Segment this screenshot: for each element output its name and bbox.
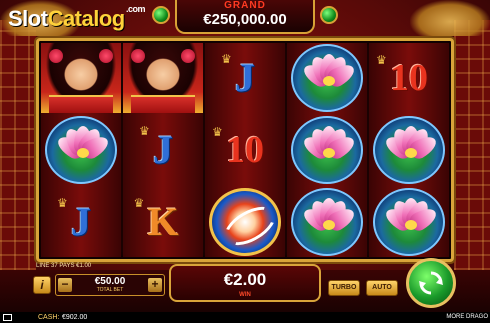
cash-label: CASH: — [38, 314, 60, 321]
symbol-lotus — [41, 115, 121, 185]
symbol-lotus — [287, 43, 367, 113]
info-button[interactable]: i — [33, 276, 51, 294]
symbol-j: ♛ J — [221, 52, 255, 100]
menu-icon[interactable] — [3, 314, 12, 321]
crown-icon: ♛ — [212, 125, 223, 139]
slotcatalog-watermark: SlotCatalog .com — [8, 4, 146, 31]
symbol-10: ♛ 10 — [376, 53, 428, 99]
turbo-button[interactable]: TURBO — [328, 280, 360, 296]
left-gem-ornament — [152, 6, 170, 24]
symbol-j: ♛ J — [57, 196, 91, 244]
reel-1: ♛ J — [41, 43, 121, 257]
symbol-koi — [205, 187, 285, 257]
right-dragon-ornament — [410, 0, 490, 36]
win-display: €2.00 WIN — [169, 264, 321, 302]
crown-icon: ♛ — [221, 52, 232, 66]
koi-fish-symbol-art — [209, 188, 281, 256]
bet-decrease-button[interactable]: − — [58, 278, 72, 292]
symbol-lotus — [369, 115, 449, 185]
autoplay-button[interactable]: AUTO — [366, 280, 398, 296]
status-bar: CASH: €902.00 MORE DRAGO — [0, 312, 490, 323]
lotus-symbol-art — [373, 188, 445, 256]
line-win-info: LINE 37 PAYS €1.00 — [36, 263, 92, 269]
reel-4 — [287, 43, 367, 257]
geisha-symbol-art — [123, 43, 203, 113]
right-lattice-decoration — [454, 20, 490, 270]
left-lattice-decoration — [0, 20, 36, 270]
spin-arrows-icon — [419, 271, 443, 295]
lotus-symbol-art — [291, 116, 363, 184]
crown-icon: ♛ — [376, 53, 387, 67]
more-games-link[interactable]: MORE DRAGO — [446, 313, 488, 322]
reel-5: ♛ 10 — [369, 43, 449, 257]
bet-increase-button[interactable]: + — [148, 278, 162, 292]
reels-grid: ♛ J ♛ J ♛ K ♛ J ♛ 10 ♛ 10 — [41, 43, 449, 257]
crown-icon: ♛ — [139, 124, 150, 138]
lotus-symbol-art — [291, 44, 363, 112]
total-bet-control: − €50.00 TOTAL BET + — [55, 274, 165, 296]
win-amount: €2.00 — [223, 270, 267, 289]
symbol-lotus — [287, 187, 367, 257]
symbol-k: ♛ K — [133, 196, 179, 244]
jackpot-amount: €250,000.00 — [203, 11, 287, 28]
lotus-symbol-art — [45, 116, 117, 184]
right-gem-ornament — [320, 6, 338, 24]
crown-icon: ♛ — [133, 196, 145, 210]
reel-frame: ♛ J ♛ J ♛ K ♛ J ♛ 10 ♛ 10 — [36, 38, 454, 262]
spin-button[interactable] — [406, 258, 456, 308]
symbol-j: ♛ J — [139, 124, 173, 172]
total-bet-label: TOTAL BET — [96, 287, 124, 293]
cash-value: €902.00 — [62, 314, 88, 321]
symbol-lotus — [369, 187, 449, 257]
crown-icon: ♛ — [57, 196, 68, 210]
symbol-lotus — [287, 115, 367, 185]
reel-2: ♛ J ♛ K — [123, 43, 203, 257]
win-label: WIN — [239, 292, 251, 298]
lotus-symbol-art — [291, 188, 363, 256]
reel-3: ♛ J ♛ 10 — [205, 43, 285, 257]
game-screen: SlotCatalog .com GRAND €250,000.00 ♛ J ♛ J ♛… — [0, 0, 490, 323]
symbol-woman — [123, 43, 203, 113]
lotus-symbol-art — [373, 116, 445, 184]
jackpot-label: GRAND — [224, 0, 266, 11]
symbol-10: ♛ 10 — [212, 125, 264, 171]
grand-jackpot-panel: GRAND €250,000.00 — [175, 0, 315, 34]
total-bet-value: €50.00 — [94, 276, 126, 287]
symbol-woman — [41, 43, 121, 113]
geisha-symbol-art — [41, 43, 121, 113]
